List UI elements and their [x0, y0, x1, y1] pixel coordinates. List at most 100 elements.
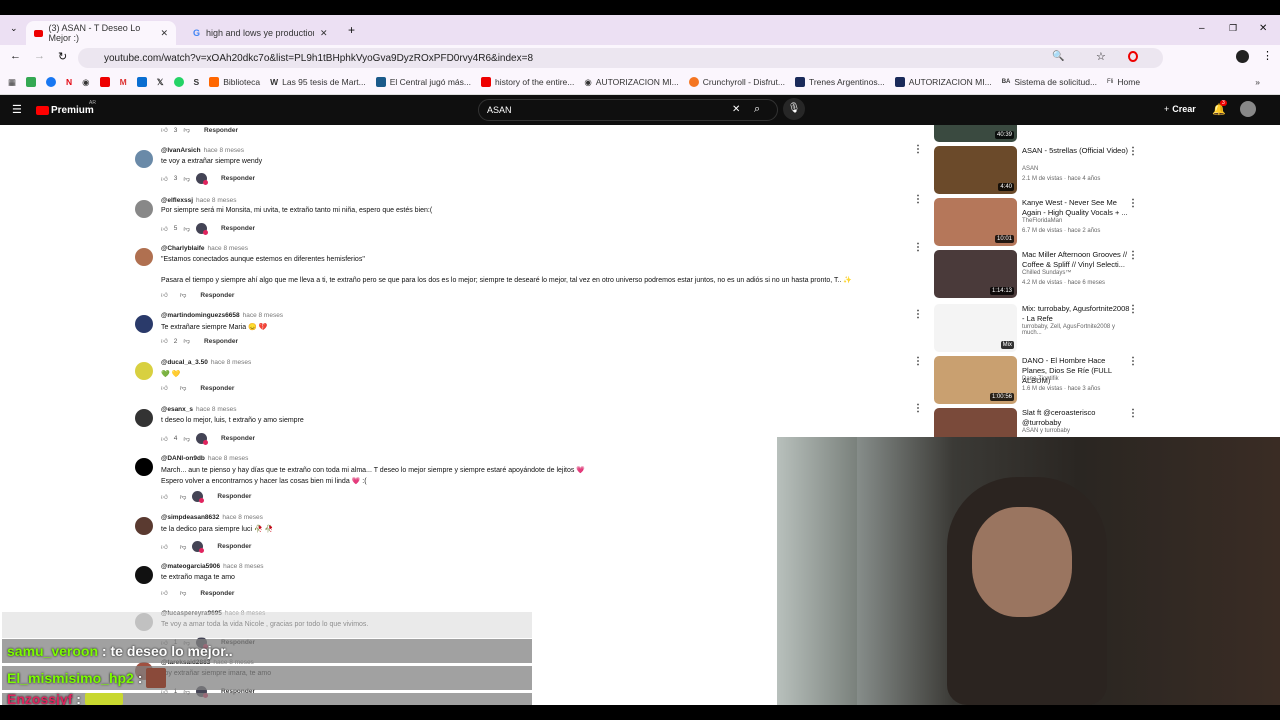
reply-button[interactable]: Responder: [221, 435, 255, 442]
commenter-avatar[interactable]: [135, 409, 153, 427]
apps-icon[interactable]: ▦: [8, 77, 16, 88]
tab-youtube[interactable]: (3) ASAN - T Deseo Lo Mejor :) ✕: [26, 21, 176, 45]
comment-author[interactable]: @mateogarcia5906 hace 8 meses: [161, 563, 264, 570]
commenter-avatar[interactable]: [135, 362, 153, 380]
related-video[interactable]: Slat ft @ceroasterisco @turrobaby ASAN y…: [934, 408, 1134, 437]
new-tab-button[interactable]: +: [348, 23, 355, 37]
commenter-avatar[interactable]: [135, 200, 153, 218]
bookmark-crunchyroll[interactable]: Crunchyroll - Disfrut...: [688, 77, 785, 87]
related-video[interactable]: Mix Mix: turrobaby, Agusfortnite2008 - L…: [934, 304, 1138, 352]
video-options-icon[interactable]: ⋮: [1128, 356, 1138, 367]
video-channel[interactable]: Dano Ziontifik: [1022, 376, 1059, 382]
menu-icon[interactable]: ☰: [12, 103, 22, 116]
related-video[interactable]: 4:40 ASAN - 5strellas (Official Video) A…: [934, 146, 1138, 194]
bookmark-biblioteca[interactable]: Biblioteca: [209, 77, 260, 87]
like-button[interactable]: 👍︎: [161, 493, 168, 501]
browser-menu-icon[interactable]: ⋮: [1262, 49, 1273, 62]
dislike-button[interactable]: 👎︎: [180, 589, 187, 597]
close-tab-icon[interactable]: ✕: [160, 28, 168, 39]
reply-button[interactable]: Responder: [221, 225, 255, 232]
search-button[interactable]: ⌕: [754, 103, 760, 116]
account-avatar[interactable]: [1240, 101, 1256, 117]
youtube-logo[interactable]: Premium: [51, 105, 94, 116]
video-channel[interactable]: turrobaby, Zell, AgusFortnite2008 y much…: [1022, 324, 1134, 336]
dislike-button[interactable]: 👎︎: [180, 543, 187, 551]
like-button[interactable]: 👍︎: [161, 543, 168, 551]
comment-options-icon[interactable]: ⋮: [913, 403, 923, 414]
like-button[interactable]: 👍︎: [161, 589, 168, 597]
comment-author[interactable]: @elflexssj hace 8 meses: [161, 197, 236, 204]
close-window-button[interactable]: ✕: [1259, 23, 1267, 34]
video-thumbnail[interactable]: 10:01: [934, 198, 1017, 246]
reply-button[interactable]: Responder: [221, 175, 255, 182]
reply-button[interactable]: Responder: [217, 493, 251, 500]
video-thumbnail[interactable]: 4:40: [934, 146, 1017, 194]
bookmark-autorizacion-1[interactable]: ◉ AUTORIZACION MI...: [584, 77, 678, 88]
commenter-avatar[interactable]: [135, 248, 153, 266]
reply-button[interactable]: Responder: [200, 292, 234, 299]
bookmark-history[interactable]: history of the entire...: [481, 77, 574, 87]
comment-author[interactable]: @Charlyblaife hace 8 meses: [161, 245, 248, 252]
s-icon[interactable]: S: [194, 77, 200, 87]
comment-author[interactable]: @DANI-on9db hace 8 meses: [161, 455, 248, 462]
comment-author[interactable]: @simpdeasan8632 hace 8 meses: [161, 514, 263, 521]
bookmark-95-tesis[interactable]: W Las 95 tesis de Mart...: [270, 77, 366, 87]
like-button[interactable]: 👍︎: [161, 175, 168, 183]
outlook-icon[interactable]: [136, 77, 147, 87]
tab-google[interactable]: G high and lows ye production cr ✕: [185, 21, 343, 45]
dislike-button[interactable]: 👎︎: [183, 225, 190, 233]
bookmark-star-icon[interactable]: ☆: [1096, 50, 1106, 63]
commenter-avatar[interactable]: [135, 150, 153, 168]
reply-button[interactable]: Responder: [217, 543, 251, 550]
comment-options-icon[interactable]: ⋮: [913, 194, 923, 205]
globe-icon[interactable]: ◉: [82, 77, 89, 88]
commenter-avatar[interactable]: [135, 315, 153, 333]
commenter-avatar[interactable]: [135, 517, 153, 535]
video-options-icon[interactable]: ⋮: [1128, 146, 1138, 157]
tab-list-chevron-icon[interactable]: ⌄: [10, 23, 18, 34]
url-field[interactable]: youtube.com/watch?v=xOAh20dkc7o&list=PL9…: [78, 48, 1163, 68]
video-options-icon[interactable]: ⋮: [1128, 304, 1138, 315]
commenter-avatar[interactable]: [135, 566, 153, 584]
video-channel[interactable]: ASAN: [1022, 166, 1038, 172]
clear-search-icon[interactable]: ✕: [732, 104, 740, 115]
video-thumbnail[interactable]: Mix: [934, 304, 1017, 352]
video-title[interactable]: Slat ft @ceroasterisco @turrobaby: [1022, 408, 1132, 428]
zoom-icon[interactable]: 🔍: [1052, 51, 1064, 62]
more-bookmarks-icon[interactable]: »: [1255, 77, 1260, 87]
comment-author[interactable]: @esanx_s hace 8 meses: [161, 406, 236, 413]
comment-options-icon[interactable]: ⋮: [913, 309, 923, 320]
like-button[interactable]: 👍︎: [161, 291, 168, 299]
related-video[interactable]: 1:00:56 DANO - El Hombre Hace Planes, Di…: [934, 356, 1138, 404]
whatsapp-icon[interactable]: [173, 77, 184, 87]
bookmark-sistema[interactable]: BA Sistema de solicitud...: [1002, 77, 1097, 87]
video-thumbnail[interactable]: [934, 408, 1017, 437]
video-channel[interactable]: Chilled Sundays™: [1022, 270, 1071, 276]
like-button[interactable]: 👍︎: [161, 225, 168, 233]
comment-author[interactable]: @ducal_a_3.50 hace 8 meses: [161, 359, 251, 366]
voice-search-icon[interactable]: 🎙: [783, 98, 805, 120]
forward-button[interactable]: →: [34, 50, 45, 62]
video-thumbnail[interactable]: 1:00:56: [934, 356, 1017, 404]
video-options-icon[interactable]: ⋮: [1128, 250, 1138, 261]
dislike-button[interactable]: 👎︎: [183, 175, 190, 183]
bookmark-trenes[interactable]: Trenes Argentinos...: [794, 77, 885, 87]
bookmark-central[interactable]: El Central jugó más...: [375, 77, 471, 87]
dislike-button[interactable]: 👎︎: [183, 435, 190, 443]
video-title[interactable]: Mix: turrobaby, Agusfortnite2008 - La Re…: [1022, 304, 1132, 324]
close-tab-icon[interactable]: ✕: [320, 28, 328, 39]
related-video[interactable]: 1:14:13 Mac Miller Afternoon Grooves // …: [934, 250, 1138, 298]
comment-options-icon[interactable]: ⋮: [913, 356, 923, 367]
youtube-logo-icon[interactable]: [36, 106, 49, 115]
opera-extension-icon[interactable]: [1128, 51, 1138, 62]
like-button[interactable]: 👍︎: [161, 435, 168, 443]
related-video[interactable]: 40:39: [934, 125, 1134, 142]
dislike-button[interactable]: 👎︎: [183, 337, 190, 345]
bookmark-home[interactable]: Fli Home: [1107, 77, 1140, 87]
dislike-button[interactable]: 👎︎: [180, 291, 187, 299]
video-options-icon[interactable]: ⋮: [1128, 198, 1138, 209]
video-title[interactable]: Kanye West - Never See Me Again - High Q…: [1022, 198, 1132, 218]
reply-button[interactable]: Responder: [204, 127, 238, 134]
video-thumbnail[interactable]: 1:14:13: [934, 250, 1017, 298]
drive-icon[interactable]: [26, 77, 37, 87]
